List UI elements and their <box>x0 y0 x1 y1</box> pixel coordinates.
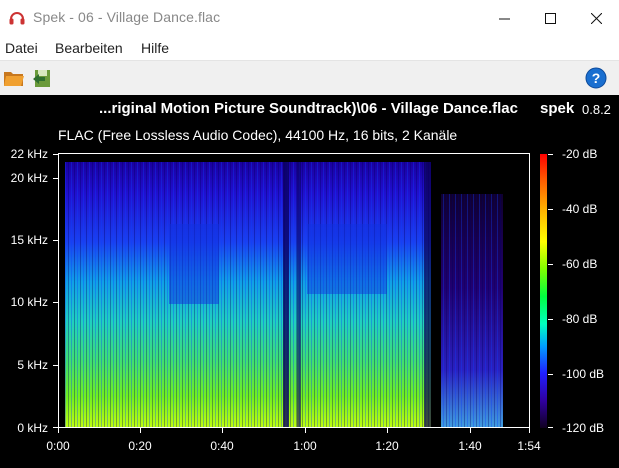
save-button[interactable] <box>31 67 55 91</box>
file-title: ...riginal Motion Picture Soundtrack)\06… <box>99 100 518 117</box>
x-tick-1-40: 1:40 <box>458 439 482 453</box>
toolbar: ? <box>0 60 619 96</box>
db-tick-60: -60 dB <box>562 257 598 271</box>
brand-name: spek <box>540 100 575 117</box>
x-tickmark <box>529 428 530 433</box>
y-tickmark <box>53 302 58 303</box>
db-tick-80: -80 dB <box>562 312 598 326</box>
db-color-scale <box>540 154 547 428</box>
y-tickmark <box>53 154 58 155</box>
y-tick-15: 15 kHz <box>10 233 48 247</box>
version-label: 0.8.2 <box>582 102 611 117</box>
db-tickmark <box>548 209 553 210</box>
open-button[interactable] <box>3 67 27 91</box>
maximize-button[interactable] <box>527 0 573 36</box>
svg-text:?: ? <box>592 70 601 86</box>
x-tick-0-40: 0:40 <box>210 439 234 453</box>
close-icon <box>590 12 602 24</box>
x-tickmark <box>222 428 223 433</box>
spectrogram-image <box>59 154 530 428</box>
x-tickmark <box>140 428 141 433</box>
x-tick-1-20: 1:20 <box>375 439 399 453</box>
file-info: FLAC (Free Lossless Audio Codec), 44100 … <box>58 127 458 143</box>
menu-bar: Datei Bearbeiten Hilfe <box>0 36 619 60</box>
title-bar: Spek - 06 - Village Dance.flac <box>0 0 619 36</box>
y-tickmark <box>53 240 58 241</box>
save-image-icon <box>33 70 50 87</box>
db-tickmark <box>548 374 553 375</box>
help-button[interactable]: ? <box>585 67 609 91</box>
x-tickmark <box>387 428 388 433</box>
x-tickmark <box>305 428 306 433</box>
headphones-icon <box>9 12 25 25</box>
spectrogram-plot <box>59 154 530 428</box>
help-icon: ? <box>585 67 607 89</box>
minimize-button[interactable] <box>481 0 527 36</box>
x-tickmark <box>470 428 471 433</box>
spectrogram-panel: ...riginal Motion Picture Soundtrack)\06… <box>0 95 619 468</box>
db-tick-120: -120 dB <box>562 421 605 435</box>
db-tickmark <box>548 319 553 320</box>
menu-bearbeiten[interactable]: Bearbeiten <box>55 40 123 56</box>
minimize-icon <box>498 18 510 19</box>
close-button[interactable] <box>573 0 619 36</box>
y-tick-10: 10 kHz <box>10 295 48 309</box>
menu-hilfe[interactable]: Hilfe <box>141 40 169 56</box>
db-tick-20: -20 dB <box>562 147 598 161</box>
db-tickmark <box>548 154 553 155</box>
db-tickmark <box>548 264 553 265</box>
x-tick-1-00: 1:00 <box>293 439 317 453</box>
x-tick-1-54: 1:54 <box>517 439 541 453</box>
x-tick-0-00: 0:00 <box>46 439 70 453</box>
db-tick-100: -100 dB <box>562 367 605 381</box>
window-title: Spek - 06 - Village Dance.flac <box>33 9 221 25</box>
db-tick-40: -40 dB <box>562 202 598 216</box>
folder-open-icon <box>4 72 24 86</box>
y-tickmark <box>53 365 58 366</box>
y-tick-20: 20 kHz <box>10 171 48 185</box>
y-tick-22: 22 kHz <box>10 147 48 161</box>
y-tick-5: 5 kHz <box>17 358 48 372</box>
y-tick-0: 0 kHz <box>17 421 48 435</box>
maximize-icon <box>544 12 556 24</box>
db-tickmark <box>548 427 553 428</box>
menu-datei[interactable]: Datei <box>5 40 38 56</box>
x-tick-0-20: 0:20 <box>128 439 152 453</box>
y-tickmark <box>53 178 58 179</box>
x-tickmark <box>58 428 59 433</box>
